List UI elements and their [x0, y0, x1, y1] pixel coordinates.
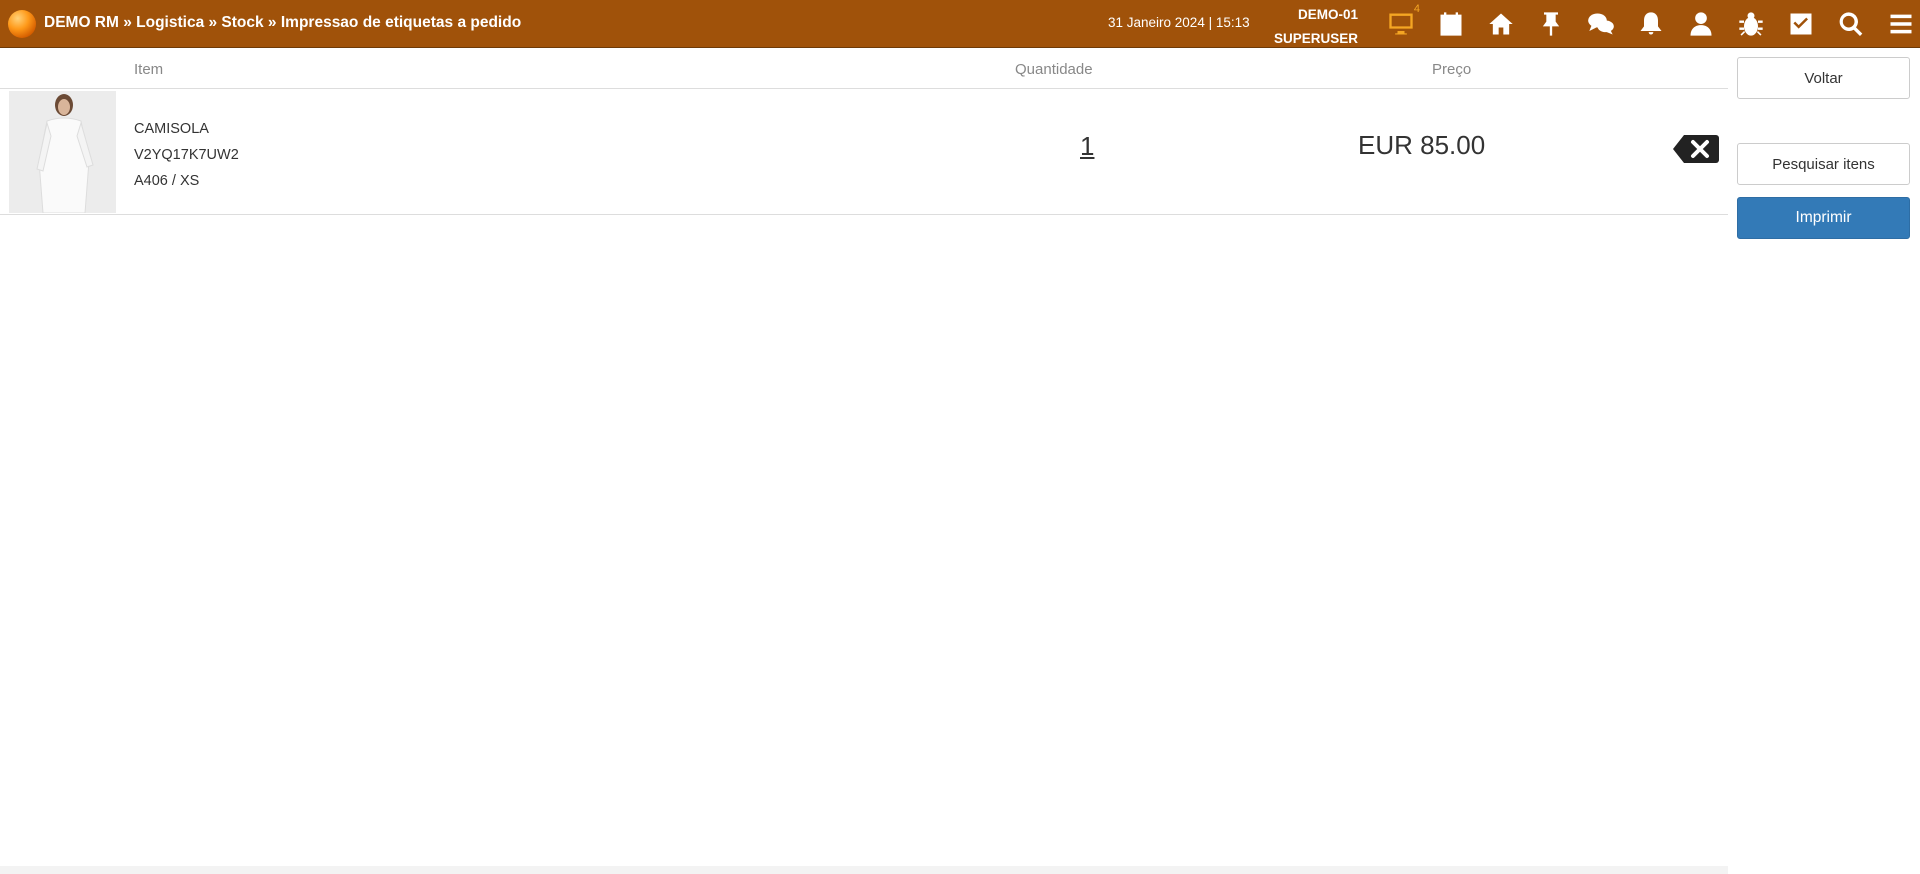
- footer-strip: [0, 866, 1728, 874]
- back-button[interactable]: Voltar: [1737, 57, 1910, 99]
- top-bar: DEMO RM » Logistica » Stock » Impressao …: [0, 0, 1920, 48]
- column-header-quantity: Quantidade: [1015, 61, 1093, 78]
- current-datetime: 31 Janeiro 2024 | 15:13: [1108, 15, 1250, 30]
- table-header: Item Quantidade Preço: [0, 49, 1728, 89]
- search-items-button[interactable]: Pesquisar itens: [1737, 143, 1910, 185]
- column-header-price: Preço: [1432, 61, 1472, 78]
- monitor-badge: 4: [1413, 3, 1420, 15]
- bug-icon[interactable]: [1726, 0, 1776, 48]
- delete-row-icon[interactable]: [1672, 134, 1720, 164]
- column-header-item: Item: [134, 61, 164, 78]
- toolbar-icons: 4: [1376, 0, 1920, 48]
- bell-icon[interactable]: [1626, 0, 1676, 48]
- search-icon[interactable]: [1826, 0, 1876, 48]
- menu-icon[interactable]: [1876, 0, 1920, 48]
- quantity-value[interactable]: 1: [1080, 131, 1094, 162]
- monitor-icon[interactable]: 4: [1376, 0, 1426, 48]
- terminal-name: DEMO-01: [1297, 7, 1358, 22]
- checkbox-icon[interactable]: [1776, 0, 1826, 48]
- item-variant: A406 / XS: [134, 173, 200, 189]
- user-icon[interactable]: [1676, 0, 1726, 48]
- calendar-icon[interactable]: [1426, 0, 1476, 48]
- item-code: V2YQ17K7UW2: [134, 147, 239, 163]
- breadcrumb[interactable]: DEMO RM » Logistica » Stock » Impressao …: [44, 14, 521, 32]
- chat-icon[interactable]: [1576, 0, 1626, 48]
- print-button[interactable]: Imprimir: [1737, 197, 1910, 239]
- product-thumbnail: [9, 91, 116, 213]
- table-row: CAMISOLA V2YQ17K7UW2 A406 / XS 1 EUR 85.…: [0, 89, 1728, 215]
- pin-icon[interactable]: [1526, 0, 1576, 48]
- user-name: SUPERUSER: [1273, 31, 1358, 46]
- session-info: DEMO-01 SUPERUSER: [1274, 3, 1358, 51]
- app-logo[interactable]: [8, 10, 36, 38]
- items-table: Item Quantidade Preço CAMISOLA V2YQ17K7U…: [0, 49, 1728, 215]
- home-icon[interactable]: [1476, 0, 1526, 48]
- item-name: CAMISOLA: [134, 121, 209, 137]
- item-description: CAMISOLA V2YQ17K7UW2 A406 / XS: [134, 116, 239, 194]
- price-value: EUR 85.00: [1358, 130, 1486, 160]
